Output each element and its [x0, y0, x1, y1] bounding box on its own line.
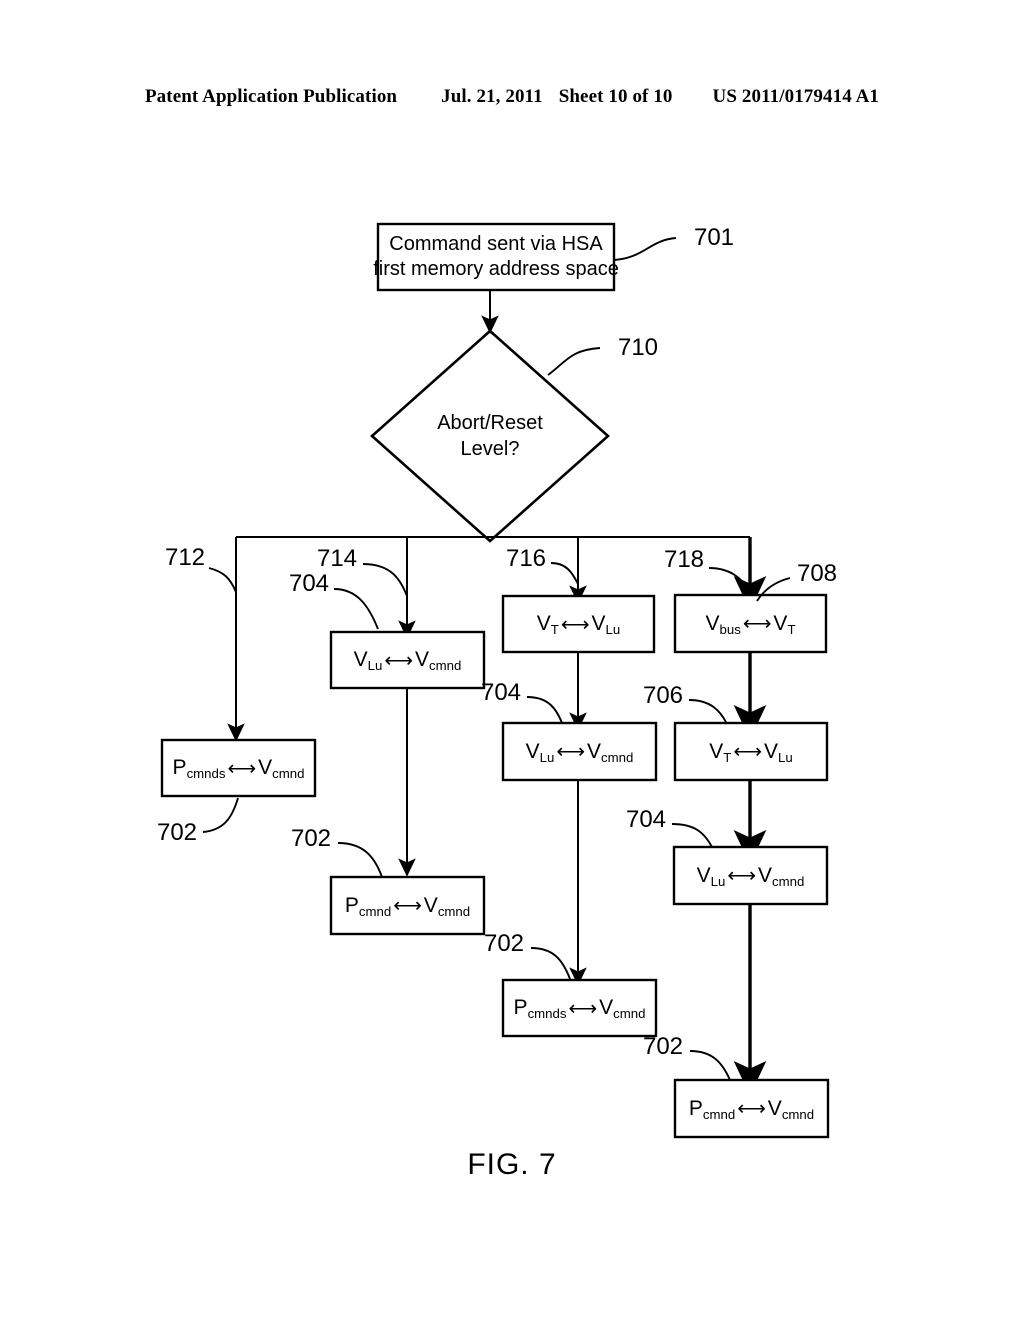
flowchart-canvas — [160, 222, 830, 1139]
leader-704-c — [671, 823, 713, 848]
leader-710 — [547, 347, 601, 376]
figure-caption: FIG. 7 — [467, 1148, 557, 1181]
leader-702-d — [689, 1050, 731, 1081]
leader-702-c — [530, 947, 571, 980]
box-702-a — [160, 738, 317, 798]
box-704-c — [672, 845, 829, 906]
box-716-vt — [501, 594, 656, 654]
box-708 — [673, 593, 828, 654]
leader-716 — [550, 562, 579, 585]
decision-diamond — [370, 329, 610, 543]
leader-714 — [362, 563, 408, 597]
box-704-a — [329, 630, 486, 690]
leader-712 — [208, 567, 237, 593]
box-704-b — [501, 721, 658, 782]
leader-706 — [688, 699, 728, 725]
start-box — [376, 222, 616, 292]
leader-704-a — [333, 588, 379, 630]
leader-702-b — [337, 842, 383, 878]
leader-704-b — [526, 696, 563, 724]
box-706 — [673, 721, 829, 782]
box-702-d — [673, 1078, 830, 1139]
leader-702-a — [202, 797, 239, 833]
leader-701 — [613, 237, 677, 261]
box-702-c — [501, 978, 658, 1038]
box-702-b — [329, 875, 486, 936]
leader-718 — [708, 567, 751, 593]
